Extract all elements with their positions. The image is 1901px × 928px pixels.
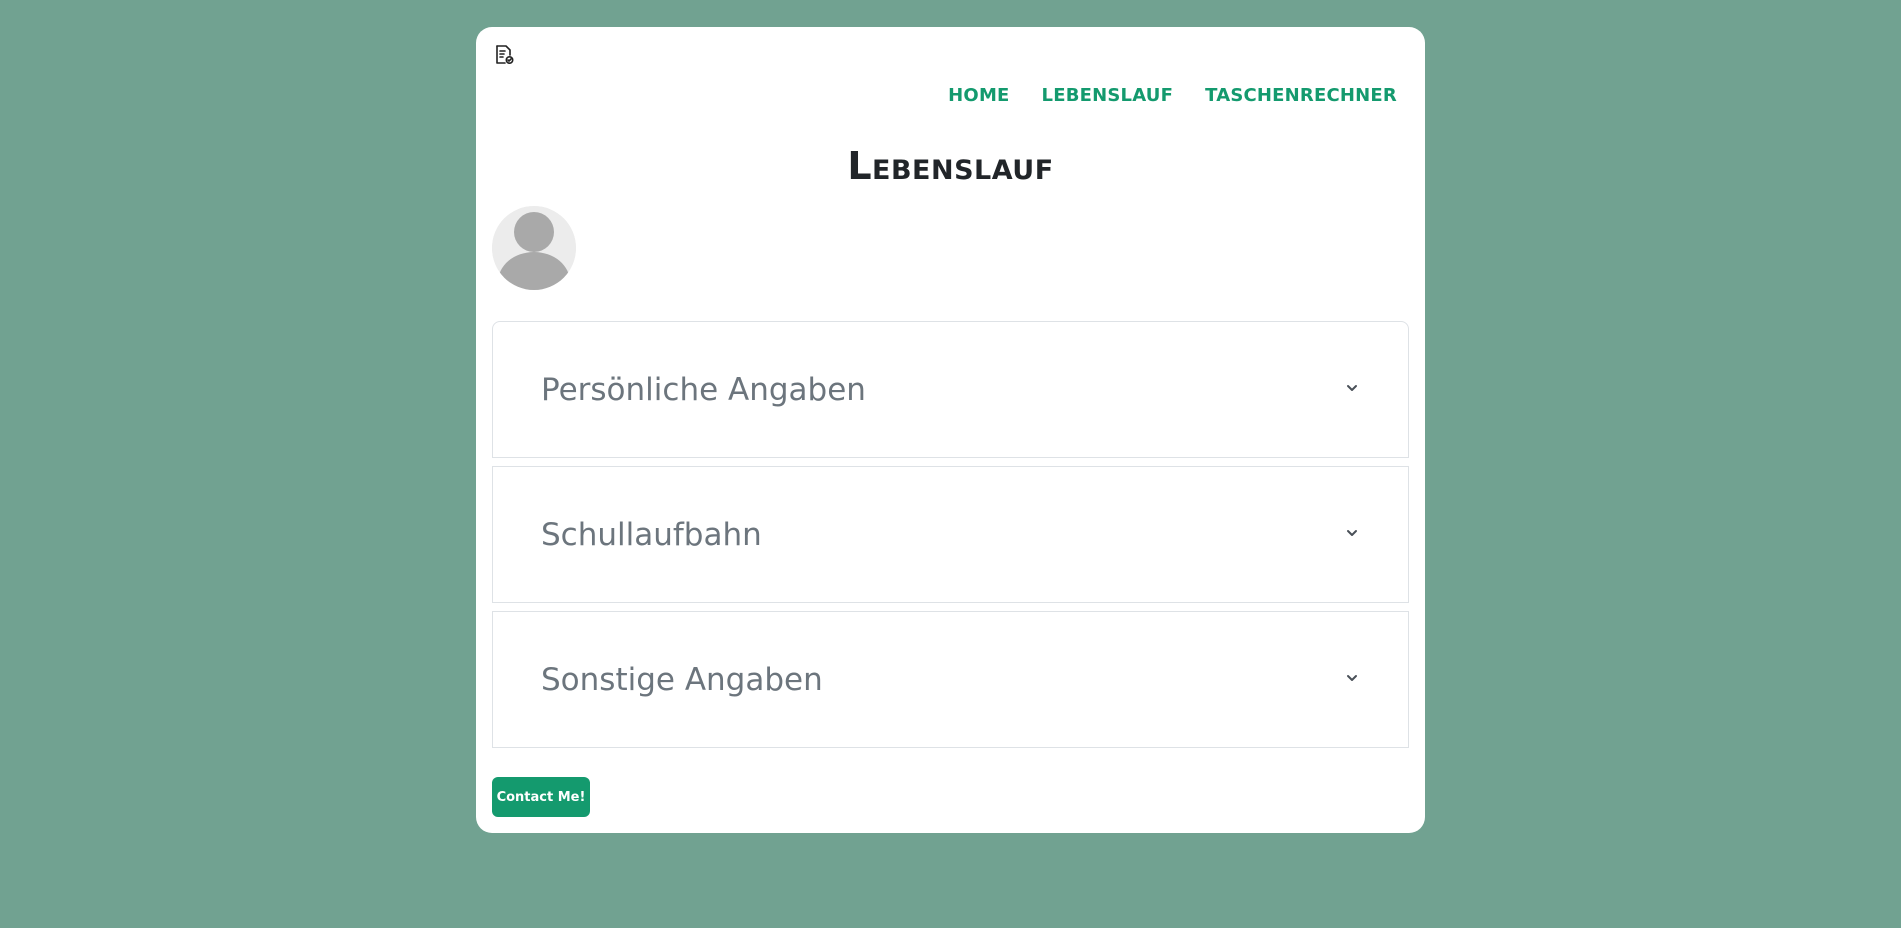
nav-home-link[interactable]: HOME [948, 85, 1009, 106]
accordion: Persönliche Angaben Schullaufbahn Sonsti… [492, 321, 1409, 756]
document-certificate-icon[interactable] [492, 43, 516, 67]
page-title: Lebenslauf [847, 144, 1054, 188]
accordion-item-persoenliche-angaben[interactable]: Persönliche Angaben [492, 321, 1409, 458]
accordion-item-label: Persönliche Angaben [541, 371, 866, 408]
accordion-item-label: Schullaufbahn [541, 516, 762, 553]
nav-taschenrechner-link[interactable]: TASCHENRECHNER [1205, 85, 1397, 106]
avatar [492, 206, 576, 290]
main-nav: HOME LEBENSLAUF TASCHENRECHNER [948, 85, 1397, 106]
nav-lebenslauf-link[interactable]: LEBENSLAUF [1042, 85, 1174, 106]
chevron-down-icon [1344, 380, 1360, 400]
chevron-down-icon [1344, 670, 1360, 690]
chevron-down-icon [1344, 525, 1360, 545]
accordion-item-schullaufbahn[interactable]: Schullaufbahn [492, 466, 1409, 603]
accordion-item-label: Sonstige Angaben [541, 661, 823, 698]
user-placeholder-icon [492, 206, 576, 290]
main-card: HOME LEBENSLAUF TASCHENRECHNER Lebenslau… [476, 27, 1425, 833]
contact-me-button[interactable]: Contact Me! [492, 777, 590, 817]
accordion-item-sonstige-angaben[interactable]: Sonstige Angaben [492, 611, 1409, 748]
